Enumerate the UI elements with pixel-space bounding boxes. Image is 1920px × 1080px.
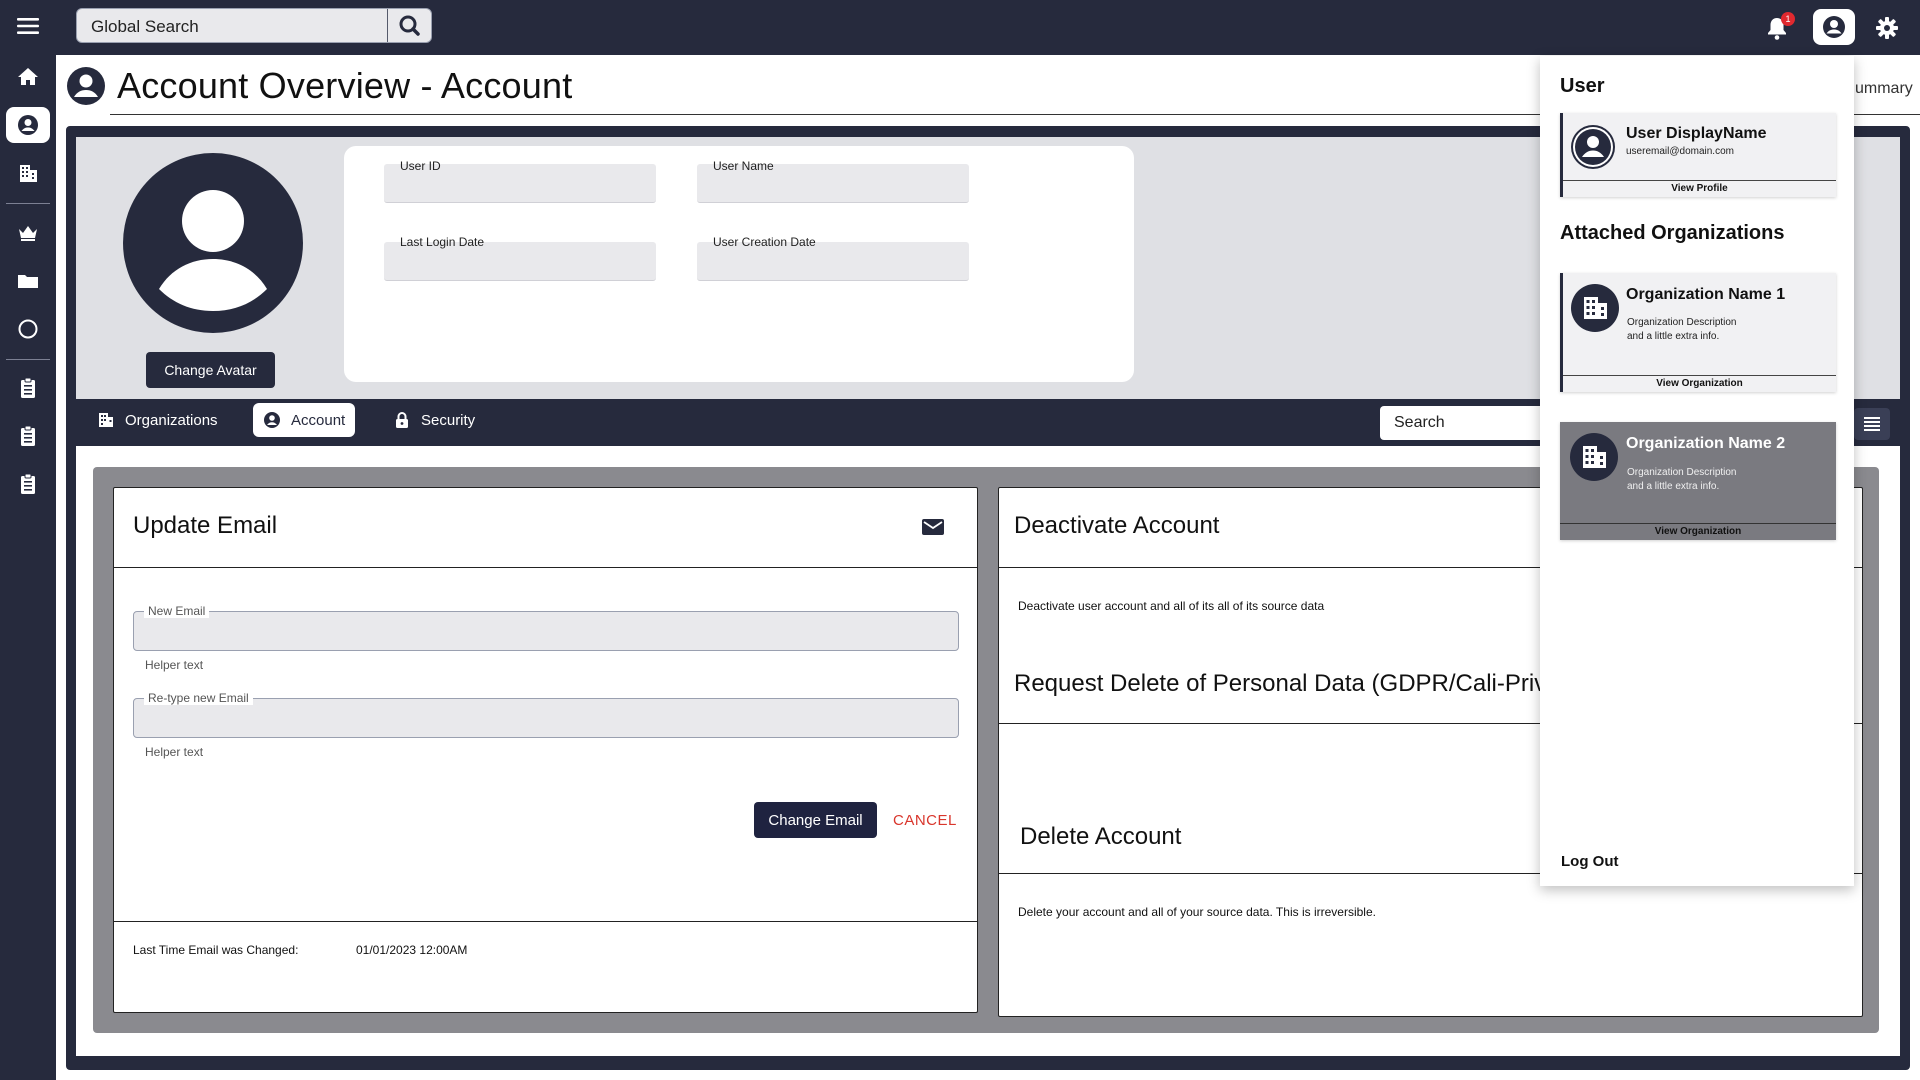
crown-icon <box>19 226 37 241</box>
user-heading: User <box>1560 75 1605 97</box>
last-changed-label: Last Time Email was Changed: <box>133 943 299 957</box>
circle-icon <box>18 319 38 339</box>
user-avatar-icon <box>1571 125 1615 169</box>
change-email-button[interactable]: Change Email <box>754 802 877 838</box>
org-description-extra: and a little extra info. <box>1627 331 1720 342</box>
org-description: Organization Description <box>1627 467 1737 478</box>
user-id-field[interactable]: User ID <box>384 159 656 203</box>
building-icon <box>20 165 37 182</box>
user-circle-icon <box>264 412 280 428</box>
sidebar-item-circle[interactable] <box>6 311 50 347</box>
org-description-extra: and a little extra info. <box>1627 481 1720 492</box>
list-view-button[interactable] <box>1854 408 1890 440</box>
user-id-label: User ID <box>400 159 441 173</box>
tab-search-placeholder: Search <box>1394 414 1445 431</box>
new-email-field[interactable]: New Email <box>133 604 959 651</box>
tab-label: Account <box>291 411 346 429</box>
delete-description: Delete your account and all of your sour… <box>1018 905 1376 919</box>
last-login-label: Last Login Date <box>400 235 485 249</box>
user-circle-icon <box>66 66 106 106</box>
hamburger-menu-icon[interactable] <box>10 8 46 44</box>
clipboard-icon <box>21 425 35 446</box>
notification-button[interactable]: 1 <box>1760 11 1795 45</box>
sidebar-item-clipboard-3[interactable] <box>6 467 50 503</box>
last-login-field[interactable]: Last Login Date <box>384 235 656 281</box>
orgs-heading: Attached Organizations <box>1560 222 1785 244</box>
user-account-button[interactable] <box>1813 9 1855 45</box>
summary-link[interactable]: ummary <box>1855 80 1913 98</box>
global-search-placeholder: Global Search <box>91 17 199 36</box>
page-title: Account Overview - Account <box>117 65 573 106</box>
retype-email-field[interactable]: Re-type new Email <box>133 691 959 738</box>
creation-date-label: User Creation Date <box>713 235 816 249</box>
delete-account-title: Delete Account <box>1020 823 1182 850</box>
view-profile-link[interactable]: View Profile <box>1563 180 1836 197</box>
creation-date-field[interactable]: User Creation Date <box>697 235 969 281</box>
card-divider <box>114 567 978 568</box>
sidebar-divider <box>6 359 50 360</box>
folder-icon <box>18 275 38 288</box>
user-display-name: User DisplayName <box>1626 125 1767 142</box>
org-card: Organization Name 2 Organization Descrip… <box>1560 422 1836 540</box>
new-email-label: New Email <box>144 604 210 618</box>
card-divider <box>114 921 978 922</box>
building-icon <box>1571 284 1619 332</box>
org-name: Organization Name 2 <box>1626 435 1786 452</box>
user-name-field[interactable]: User Name <box>697 159 969 203</box>
user-circle-icon <box>1823 16 1845 38</box>
lock-icon <box>396 412 408 428</box>
cancel-button[interactable]: CANCEL <box>893 812 957 829</box>
mail-icon <box>920 514 946 540</box>
view-organization-link[interactable]: View Organization <box>1563 375 1836 392</box>
sidebar-item-clipboard-2[interactable] <box>6 419 50 455</box>
retype-email-helper: Helper text <box>145 745 204 759</box>
update-email-card <box>113 487 978 1013</box>
home-icon <box>18 68 38 85</box>
user-avatar-icon <box>123 153 303 333</box>
clipboard-icon <box>21 377 35 398</box>
org-description: Organization Description <box>1627 317 1737 328</box>
user-circle-icon <box>18 115 38 135</box>
last-changed-value: 01/01/2023 12:00AM <box>356 943 468 957</box>
tab-organizations[interactable]: Organizations <box>87 403 228 437</box>
change-avatar-button[interactable]: Change Avatar <box>146 352 275 388</box>
top-bar: Global Search 1 <box>0 0 1920 55</box>
retype-email-label: Re-type new Email <box>144 691 253 705</box>
deactivate-description: Deactivate user account and all of its a… <box>1018 599 1325 613</box>
clipboard-icon <box>21 473 35 494</box>
tab-account[interactable]: Account <box>253 403 356 437</box>
sidebar-item-account[interactable] <box>6 107 50 143</box>
org-card: Organization Name 1 Organization Descrip… <box>1560 273 1836 392</box>
notification-badge: 1 <box>1781 12 1795 26</box>
sidebar-item-home[interactable] <box>6 59 50 95</box>
logout-button[interactable]: Log Out <box>1561 853 1618 870</box>
building-icon <box>1570 433 1618 481</box>
sidebar-divider <box>6 203 50 204</box>
deactivate-title: Deactivate Account <box>1014 512 1220 539</box>
sidebar-item-files[interactable] <box>6 263 50 299</box>
tab-label: Organizations <box>125 411 218 429</box>
global-search-input[interactable]: Global Search <box>76 8 432 43</box>
org-name: Organization Name 1 <box>1626 286 1786 303</box>
update-email-title: Update Email <box>133 512 278 539</box>
sidebar-item-organizations[interactable] <box>6 155 50 191</box>
user-email: useremail@domain.com <box>1626 146 1734 157</box>
settings-button[interactable] <box>1870 11 1904 45</box>
view-organization-link[interactable]: View Organization <box>1560 523 1836 540</box>
list-icon <box>1864 417 1880 431</box>
tab-label: Security <box>421 411 476 429</box>
gdpr-title: Request Delete of Personal Data (GDPR/Ca… <box>1014 670 1560 697</box>
search-button[interactable] <box>387 9 431 42</box>
gear-icon <box>1876 17 1898 39</box>
user-name-label: User Name <box>713 159 774 173</box>
user-card: User DisplayName useremail@domain.com Vi… <box>1560 113 1836 197</box>
new-email-helper: Helper text <box>145 658 204 672</box>
avatar <box>123 153 303 333</box>
sidebar-item-premium[interactable] <box>6 215 50 251</box>
search-icon <box>399 15 420 36</box>
sidebar-item-clipboard-1[interactable] <box>6 371 50 407</box>
left-sidebar <box>0 55 56 1080</box>
building-icon <box>99 413 113 427</box>
tab-security[interactable]: Security <box>383 403 485 437</box>
